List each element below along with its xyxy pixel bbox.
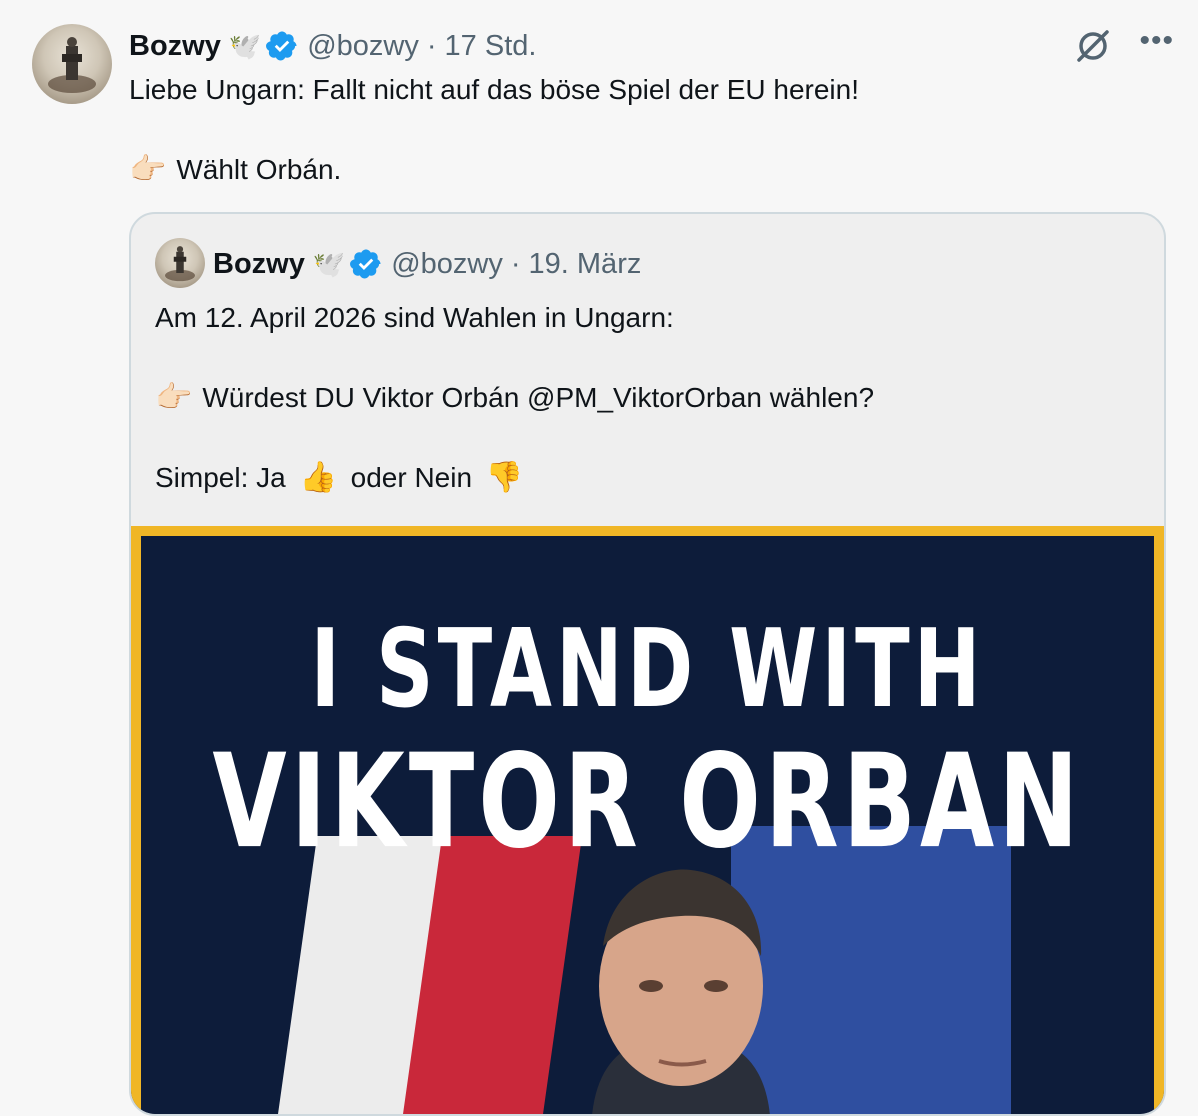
quoted-text-line-3: Simpel: Ja 👍 oder Nein 👎 [155,460,529,496]
verified-badge-icon [349,247,383,281]
quoted-handle[interactable]: @bozwy [391,248,503,281]
quoted-author-name[interactable]: Bozwy [213,248,305,281]
author-name[interactable]: Bozwy [129,30,221,63]
tweet-text-line-2: 👉🏻 Wählt Orbán. [129,152,341,188]
thumbs-down-emoji: 👎 [485,461,524,494]
dove-emoji: 🕊️ [312,248,346,279]
quoted-text-prefix: Simpel: Ja [155,462,286,493]
quoted-tweet[interactable]: Bozwy 🕊️ @bozwy · 19. März Am 12. April … [129,212,1166,1116]
tweet-header: Bozwy 🕊️ @bozwy · 17 Std. [129,26,536,66]
more-icon[interactable]: ••• [1139,26,1174,56]
quoted-text: Würdest DU Viktor Orbán @PM_ViktorOrban … [202,382,875,413]
verified-badge-icon [265,29,299,63]
separator: · [510,247,521,280]
no-sign-icon[interactable] [1073,26,1113,66]
avatar[interactable] [32,24,112,104]
pointing-hand-emoji: 👉🏻 [129,153,167,186]
separator: · [426,29,437,62]
quoted-text-line-2: 👉🏻 Würdest DU Viktor Orbán @PM_ViktorOrba… [155,380,874,416]
pointing-hand-emoji: 👉🏻 [155,381,193,414]
quoted-header: Bozwy 🕊️ @bozwy · 19. März [213,244,641,284]
handle[interactable]: @bozwy [307,30,419,63]
quoted-text-line-1: Am 12. April 2026 sind Wahlen in Ungarn: [155,302,674,333]
tweet-actions: ••• [1073,26,1174,66]
tweet-text-line-1: Liebe Ungarn: Fallt nicht auf das böse S… [129,74,859,105]
quoted-avatar[interactable] [155,238,205,288]
timestamp[interactable]: 17 Std. [445,30,537,63]
image-text-line-1: I STAND WITH [310,606,985,732]
dove-emoji: 🕊️ [228,30,262,61]
quoted-image[interactable]: I STAND WITH VIKTOR ORBAN [131,526,1164,1114]
tweet-text: Wählt Orbán. [176,154,342,185]
quoted-text-mid: oder Nein [350,462,473,493]
image-text-line-2: VIKTOR ORBAN [212,726,1083,878]
portrait-figure [551,836,811,1114]
thumbs-up-emoji: 👍 [299,461,337,494]
quoted-date[interactable]: 19. März [529,248,642,281]
